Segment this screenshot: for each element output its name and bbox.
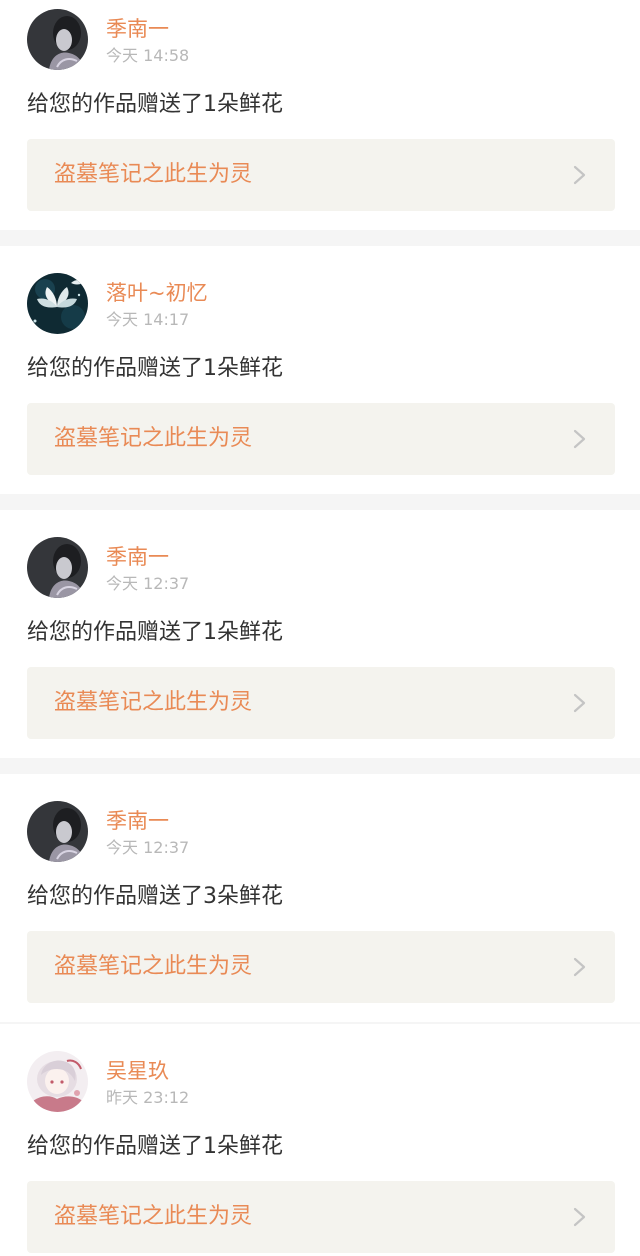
- dark-portrait-avatar-icon: [27, 9, 88, 70]
- chevron-right-icon: [569, 1207, 589, 1227]
- user-avatar[interactable]: [27, 273, 88, 334]
- user-avatar[interactable]: [27, 537, 88, 598]
- notification-feed: 季南一 今天 14:58 给您的作品赠送了1朵鲜花 盗墓笔记之此生为灵 落叶~初…: [0, 0, 640, 1256]
- username[interactable]: 落叶~初忆: [106, 280, 208, 306]
- username[interactable]: 季南一: [106, 544, 169, 570]
- username[interactable]: 季南一: [106, 16, 169, 42]
- work-link[interactable]: 盗墓笔记之此生为灵: [27, 139, 615, 211]
- work-link[interactable]: 盗墓笔记之此生为灵: [27, 667, 615, 739]
- timestamp: 今天 12:37: [106, 574, 190, 593]
- chevron-right-icon: [569, 429, 589, 449]
- gift-message: 给您的作品赠送了1朵鲜花: [27, 356, 283, 381]
- chevron-right-icon: [569, 165, 589, 185]
- timestamp: 今天 12:37: [106, 838, 190, 857]
- notification-card: 季南一 今天 12:37 给您的作品赠送了3朵鲜花 盗墓笔记之此生为灵: [0, 774, 640, 1022]
- gift-message: 给您的作品赠送了1朵鲜花: [27, 1134, 283, 1159]
- dark-portrait-avatar-icon: [27, 801, 88, 862]
- lotus-flower-avatar-icon: [27, 273, 88, 334]
- work-title: 盗墓笔记之此生为灵: [54, 954, 253, 979]
- work-link[interactable]: 盗墓笔记之此生为灵: [27, 403, 615, 475]
- notification-card: 季南一 今天 12:37 给您的作品赠送了1朵鲜花 盗墓笔记之此生为灵: [0, 510, 640, 758]
- timestamp: 今天 14:58: [106, 46, 190, 65]
- timestamp: 今天 14:17: [106, 310, 190, 329]
- username[interactable]: 吴星玖: [106, 1058, 169, 1084]
- work-link[interactable]: 盗墓笔记之此生为灵: [27, 931, 615, 1003]
- notification-card: 季南一 今天 14:58 给您的作品赠送了1朵鲜花 盗墓笔记之此生为灵: [0, 0, 640, 230]
- work-title: 盗墓笔记之此生为灵: [54, 1204, 253, 1229]
- user-avatar[interactable]: [27, 1051, 88, 1112]
- work-title: 盗墓笔记之此生为灵: [54, 426, 253, 451]
- chevron-right-icon: [569, 957, 589, 977]
- dark-portrait-avatar-icon: [27, 537, 88, 598]
- gift-message: 给您的作品赠送了1朵鲜花: [27, 620, 283, 645]
- notification-card: 落叶~初忆 今天 14:17 给您的作品赠送了1朵鲜花 盗墓笔记之此生为灵: [0, 246, 640, 494]
- user-avatar[interactable]: [27, 9, 88, 70]
- username[interactable]: 季南一: [106, 808, 169, 834]
- user-avatar[interactable]: [27, 801, 88, 862]
- timestamp: 昨天 23:12: [106, 1088, 190, 1107]
- gift-message: 给您的作品赠送了3朵鲜花: [27, 884, 283, 909]
- work-title: 盗墓笔记之此生为灵: [54, 690, 253, 715]
- anime-girl-avatar-icon: [27, 1051, 88, 1112]
- notification-card: 吴星玖 昨天 23:12 给您的作品赠送了1朵鲜花 盗墓笔记之此生为灵: [0, 1024, 640, 1256]
- work-link[interactable]: 盗墓笔记之此生为灵: [27, 1181, 615, 1253]
- work-title: 盗墓笔记之此生为灵: [54, 162, 253, 187]
- chevron-right-icon: [569, 693, 589, 713]
- gift-message: 给您的作品赠送了1朵鲜花: [27, 92, 283, 117]
